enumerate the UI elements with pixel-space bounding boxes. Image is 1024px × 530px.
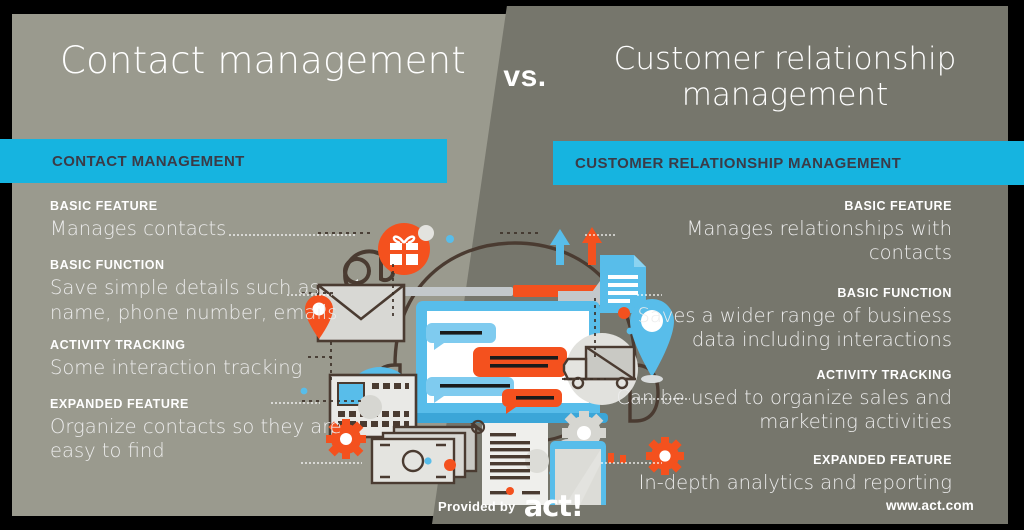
left-feature-item: ACTIVITY TRACKING Some interaction track…	[50, 337, 350, 380]
leader-line-left-2	[286, 294, 332, 296]
left-section-bar: CONTACT MANAGEMENT	[0, 139, 447, 183]
feature-kicker: BASIC FEATURE	[50, 199, 158, 213]
right-feature-item: BASIC FEATURE Manages relationships with…	[600, 198, 953, 266]
leader-line-right-1	[584, 234, 616, 236]
right-feature-item: ACTIVITY TRACKING Can be used to organiz…	[600, 367, 952, 435]
feature-body: Manages contacts	[50, 216, 227, 240]
infographic-canvas: Contact management vs. Customer relation…	[0, 0, 1024, 530]
provided-by-block: Provided by act!	[438, 489, 584, 523]
art-dotted-run-5	[498, 232, 542, 234]
leader-line-right-4	[600, 462, 662, 464]
website-url: www.act.com	[886, 498, 974, 513]
art-dotted-run-7	[392, 262, 394, 318]
feature-body: Can be used to organize sales and market…	[616, 385, 952, 434]
leader-line-left-4	[300, 462, 362, 464]
right-panel-title: Customer relationship management	[613, 41, 957, 113]
feature-body: Saves a wider range of business data inc…	[637, 303, 952, 352]
feature-kicker: EXPANDED FEATURE	[813, 453, 952, 467]
feature-kicker: BASIC FUNCTION	[50, 258, 165, 273]
left-section-bar-label: CONTACT MANAGEMENT	[52, 152, 245, 170]
feature-body: In-depth analytics and reporting	[638, 470, 952, 494]
feature-kicker: EXPANDED FEATURE	[50, 396, 189, 411]
art-dotted-run-9	[594, 296, 596, 358]
leader-line-left-3	[270, 402, 320, 404]
act-logo: act!	[523, 489, 584, 523]
provided-by-label: Provided by	[438, 499, 516, 514]
feature-body: Organize contacts so they are easy to fi…	[50, 414, 342, 463]
feature-kicker: ACTIVITY TRACKING	[50, 338, 186, 353]
feature-body: Save simple details such as name, phone …	[50, 276, 338, 324]
feature-body: Some interaction tracking	[50, 356, 303, 380]
left-panel-title: Contact management	[60, 39, 466, 82]
versus-label: vs.	[503, 60, 547, 93]
leader-line-right-3	[632, 398, 690, 400]
feature-kicker: ACTIVITY TRACKING	[816, 368, 952, 382]
right-section-bar: CUSTOMER RELATIONSHIP MANAGEMENT	[553, 141, 1024, 185]
right-feature-item: EXPANDED FEATURE In-depth analytics and …	[600, 452, 952, 495]
left-feature-item: BASIC FUNCTION Save simple details such …	[50, 257, 350, 325]
leader-line-left-1	[228, 234, 356, 236]
left-feature-list: BASIC FEATURE Manages contacts BASIC FUN…	[50, 198, 350, 478]
leader-line-right-2	[636, 294, 662, 296]
right-section-bar-label: CUSTOMER RELATIONSHIP MANAGEMENT	[575, 154, 902, 172]
feature-kicker: BASIC FEATURE	[844, 199, 952, 213]
left-feature-item: EXPANDED FEATURE Organize contacts so th…	[50, 396, 350, 464]
feature-body: Manages relationships with contacts	[686, 216, 953, 265]
